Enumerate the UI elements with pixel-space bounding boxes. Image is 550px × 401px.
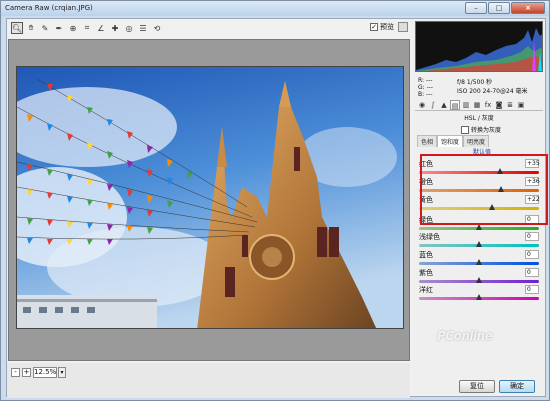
straighten-tool-icon[interactable]: ∠ xyxy=(95,22,107,34)
slider-thumb[interactable] xyxy=(476,241,482,247)
highlight-box xyxy=(420,154,548,225)
hand-tool-icon[interactable]: ✋︎ xyxy=(25,22,37,34)
slider-row: 浅绿色 0 xyxy=(419,232,539,252)
slider-thumb[interactable] xyxy=(476,277,482,283)
tone-curve-tab-icon[interactable]: ∫ xyxy=(428,100,438,110)
preview-canvas[interactable] xyxy=(8,39,410,361)
slider-thumb[interactable] xyxy=(476,294,482,300)
camera-calibration-tab-icon[interactable]: ◙ xyxy=(494,100,504,110)
slider-value-field[interactable]: 0 xyxy=(525,285,539,294)
tab-saturation[interactable]: 饱和度 xyxy=(437,135,464,147)
basic-tab-icon[interactable]: ◉ xyxy=(417,100,427,110)
preview-toggle[interactable]: ✓ 预览 xyxy=(370,22,394,32)
red-eye-tool-icon[interactable]: ◎ xyxy=(123,22,135,34)
slider-label: 洋红 xyxy=(419,286,433,294)
tab-hue[interactable]: 色相 xyxy=(417,135,438,147)
ok-button[interactable]: 确定 xyxy=(499,380,535,393)
rotate-tool-icon[interactable]: ⟲ xyxy=(151,22,163,34)
iso-lens-info: ISO 200 24-70@24 毫米 xyxy=(457,88,528,95)
watermark-logo: PConline xyxy=(437,329,493,343)
targeted-adjustment-tool-icon[interactable]: ⊕ xyxy=(67,22,79,34)
effects-tab-icon[interactable]: fx xyxy=(483,100,493,110)
slider-label: 蓝色 xyxy=(419,251,433,259)
zoom-dropdown-icon[interactable]: ▾ xyxy=(58,367,66,378)
g-readout: G: --- xyxy=(418,84,434,91)
grayscale-label: 转换为灰度 xyxy=(471,127,502,134)
image-info: R: --- G: --- B: --- f/8 1/500 秒 ISO 200… xyxy=(415,75,543,99)
rgb-readout: R: --- G: --- B: --- xyxy=(418,77,433,98)
window-title: Camera Raw (crqian.JPG) xyxy=(5,4,93,12)
presets-tab-icon[interactable]: ≣ xyxy=(505,100,515,110)
retouch-tool-icon[interactable]: ✚ xyxy=(109,22,121,34)
hsl-tab-icon[interactable]: ▤ xyxy=(450,100,460,110)
title-bar: Camera Raw (crqian.JPG) – □ × xyxy=(1,1,549,16)
minimize-button[interactable]: – xyxy=(465,2,487,14)
zoom-bar: - + 12.5% ▾ xyxy=(7,363,410,398)
slider-row: 洋红 0 xyxy=(419,285,539,305)
grayscale-option[interactable]: 转换为灰度 xyxy=(461,125,501,134)
slider-value-field[interactable]: 0 xyxy=(525,268,539,277)
zoom-tool-icon[interactable]: 🔍︎ xyxy=(11,22,23,34)
zoom-out-button[interactable]: - xyxy=(11,368,20,377)
zoom-level-field[interactable]: 12.5% xyxy=(33,367,57,378)
slider-value-field[interactable]: 0 xyxy=(525,250,539,259)
maximize-button[interactable]: □ xyxy=(488,2,510,14)
hsl-subtabs: 色相 饱和度 明亮度 xyxy=(417,135,490,147)
crop-tool-icon[interactable]: ⌗ xyxy=(81,22,93,34)
slider-label: 浅绿色 xyxy=(419,233,440,241)
white-balance-tool-icon[interactable]: ✎ xyxy=(39,22,51,34)
section-title: HSL / 灰度 xyxy=(464,115,494,122)
fullscreen-icon[interactable] xyxy=(398,22,408,32)
preview-label: 预览 xyxy=(380,23,394,31)
b-readout: B: --- xyxy=(418,91,433,98)
reset-button[interactable]: 复位 xyxy=(459,380,495,393)
slider-thumb[interactable] xyxy=(476,259,482,265)
toolbar: 🔍︎ ✋︎ ✎ ✒ ⊕ ⌗ ∠ ✚ ◎ ☰ ⟲ xyxy=(7,19,410,37)
tab-luminance[interactable]: 明亮度 xyxy=(463,135,490,147)
preview-checkbox[interactable]: ✓ xyxy=(370,23,378,31)
church-photo xyxy=(17,67,403,328)
preferences-tool-icon[interactable]: ☰ xyxy=(137,22,149,34)
slider-value-field[interactable]: 0 xyxy=(525,232,539,241)
close-button[interactable]: × xyxy=(511,2,545,14)
dialog-buttons: 复位 确定 xyxy=(459,380,535,393)
slider-row: 蓝色 0 xyxy=(419,250,539,270)
lens-tab-icon[interactable]: ▦ xyxy=(472,100,482,110)
preview-image[interactable] xyxy=(16,66,404,329)
split-toning-tab-icon[interactable]: ▥ xyxy=(461,100,471,110)
exposure-info: f/8 1/500 秒 xyxy=(457,79,493,86)
zoom-in-button[interactable]: + xyxy=(22,368,31,377)
camera-raw-window: Camera Raw (crqian.JPG) – □ × 🔍︎ ✋︎ ✎ ✒ … xyxy=(0,0,550,401)
snapshots-tab-icon[interactable]: ▣ xyxy=(516,100,526,110)
detail-tab-icon[interactable]: ▲ xyxy=(439,100,449,110)
color-sampler-tool-icon[interactable]: ✒ xyxy=(53,22,65,34)
panel-tabs: ◉ ∫ ▲ ▤ ▥ ▦ fx ◙ ≣ ▣ xyxy=(415,100,543,111)
histogram xyxy=(415,21,543,72)
grayscale-checkbox[interactable] xyxy=(461,125,469,134)
slider-label: 紫色 xyxy=(419,269,433,277)
r-readout: R: --- xyxy=(418,77,433,84)
